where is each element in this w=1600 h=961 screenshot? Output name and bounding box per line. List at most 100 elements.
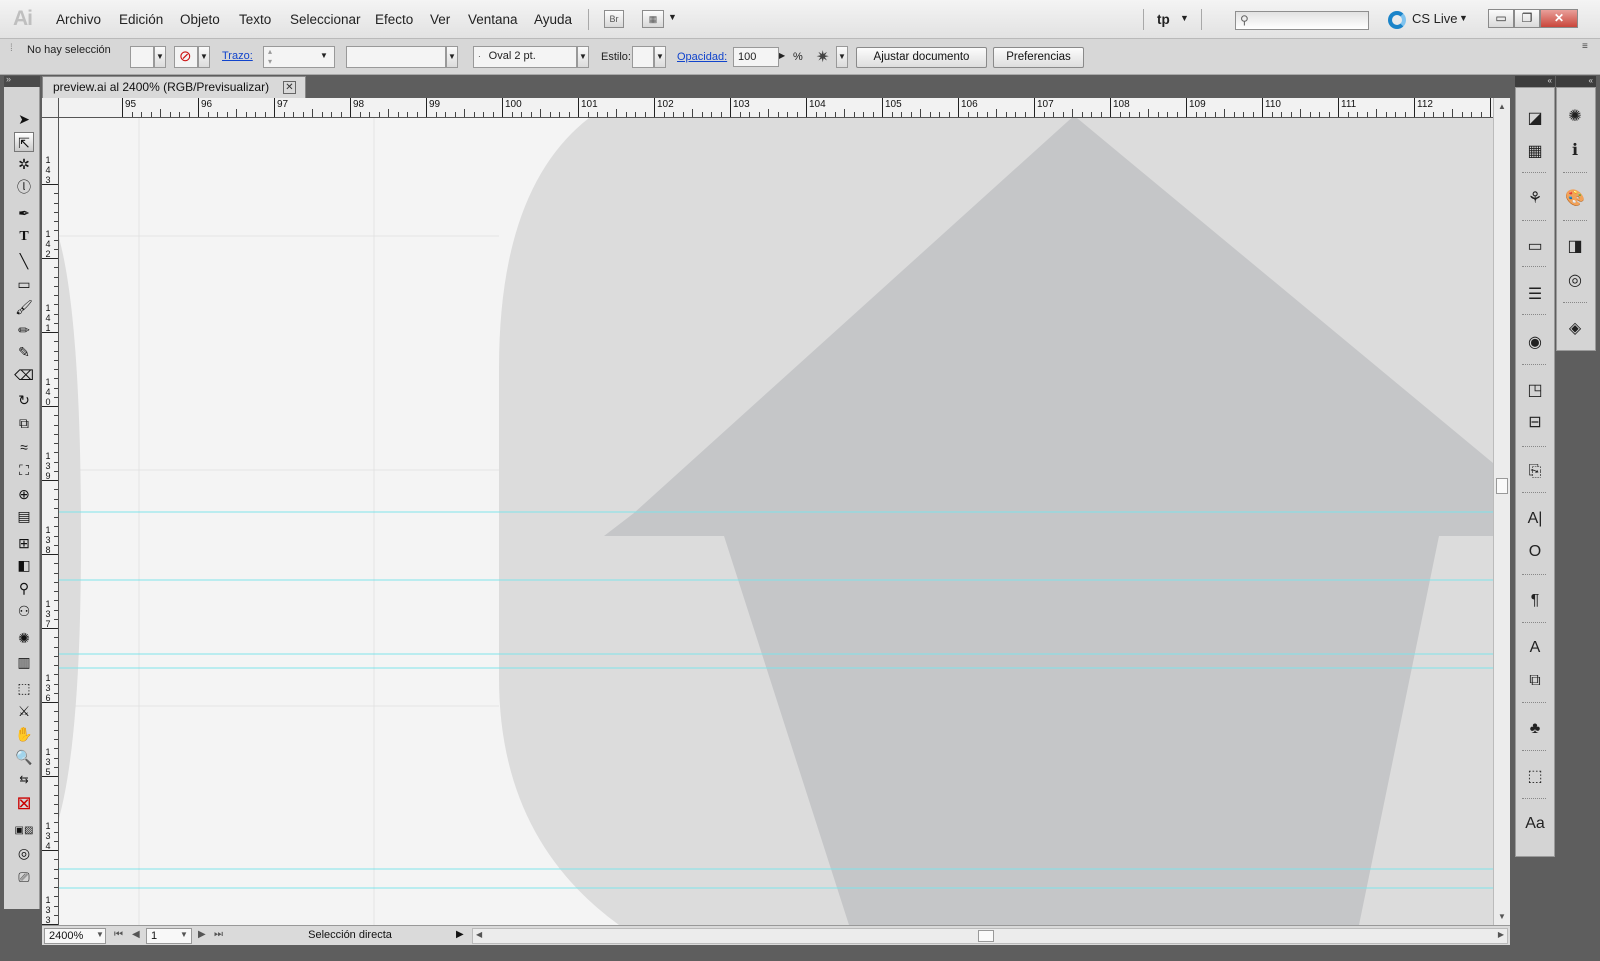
bridge-button[interactable]: Br	[604, 10, 624, 28]
artboard-dropdown-icon[interactable]: ▼	[180, 930, 188, 939]
perspective-grid-tool-icon[interactable]: ▤	[14, 506, 34, 526]
default-fill-stroke-icon[interactable]: ⇆	[14, 770, 34, 790]
menu-edicion[interactable]: Edición	[119, 12, 163, 27]
stroke-weight-dropdown-icon[interactable]: ▼	[320, 51, 328, 60]
workspace-switcher[interactable]: tp	[1157, 12, 1170, 27]
menu-ventana[interactable]: Ventana	[468, 12, 518, 27]
paintbrush-tool-icon[interactable]: 🖌	[14, 297, 34, 317]
panel-group-grip[interactable]	[1522, 364, 1546, 366]
menu-ayuda[interactable]: Ayuda	[534, 12, 572, 27]
document-tab[interactable]: preview.ai al 2400% (RGB/Previsualizar) …	[42, 76, 306, 98]
help-search-input[interactable]: ⚲	[1235, 11, 1369, 30]
pen-tool-icon[interactable]: ✒	[14, 203, 34, 223]
hand-tool-icon[interactable]: ✋	[14, 724, 34, 744]
menu-objeto[interactable]: Objeto	[180, 12, 220, 27]
transparency-panel-icon[interactable]: ◨	[1564, 236, 1586, 258]
blend-tool-icon[interactable]: ⚇	[14, 601, 34, 621]
pages-panel-icon[interactable]: ⎘	[1524, 461, 1546, 483]
free-transform-tool-icon[interactable]: ⛶	[14, 460, 34, 480]
lasso-tool-icon[interactable]: ⓛ	[14, 177, 34, 197]
vertical-ruler[interactable]: 143 142 141 140 139 138 137 136 135 134 133	[42, 118, 59, 925]
recolor-artwork-icon[interactable]: ✷	[816, 47, 829, 67]
symbol-sprayer-tool-icon[interactable]: ✺	[14, 628, 34, 648]
column-graph-tool-icon[interactable]: ▥	[14, 652, 34, 672]
close-tab-icon[interactable]: ✕	[283, 81, 296, 94]
blob-brush-tool-icon[interactable]: ✎	[14, 342, 34, 362]
fill-color-swatch[interactable]	[130, 46, 154, 68]
menu-seleccionar[interactable]: Seleccionar	[290, 12, 361, 27]
panel-group-grip[interactable]	[1522, 798, 1546, 800]
stroke-none-swatch-icon[interactable]: ⊘	[174, 46, 198, 68]
horizontal-ruler[interactable]: 95 96 97 98 99 100 101 102 103 104 105 106 107 108 109…	[59, 98, 1493, 118]
panel-group-grip[interactable]	[1522, 702, 1546, 704]
horizontal-scrollbar[interactable]: ◀ ▶	[472, 928, 1508, 944]
arrange-documents-icon[interactable]: ▦	[642, 10, 664, 28]
paragraph-styles-icon[interactable]: ⧉	[1524, 670, 1546, 692]
symbols-panel-icon[interactable]: ♣	[1524, 718, 1546, 740]
horizontal-scroll-thumb[interactable]	[978, 930, 994, 942]
scale-tool-icon[interactable]: ⧉	[14, 413, 34, 433]
scroll-up-icon[interactable]: ▲	[1498, 102, 1506, 111]
panel-group-grip[interactable]	[1522, 314, 1546, 316]
stroke-gradient-icon[interactable]: ▭	[1524, 236, 1546, 258]
character-styles-icon[interactable]: A	[1524, 637, 1546, 659]
scroll-down-icon[interactable]: ▼	[1498, 912, 1506, 921]
opacity-input[interactable]: 100	[733, 47, 779, 67]
transform-panel-icon[interactable]: ⬚	[1524, 766, 1546, 788]
scroll-right-icon[interactable]: ▶	[1498, 930, 1504, 939]
glyphs-panel-icon[interactable]: Aa	[1524, 813, 1546, 835]
align-panel-icon[interactable]: ⊟	[1524, 412, 1546, 434]
screen-mode-icon[interactable]: ⎚	[14, 867, 34, 887]
variable-width-profile-field[interactable]	[346, 46, 446, 68]
graphic-style-dropdown-icon[interactable]: ▼	[654, 46, 666, 68]
rotate-tool-icon[interactable]: ↻	[14, 390, 34, 410]
control-bar-grip-icon[interactable]: ⁞	[10, 43, 13, 54]
graphic-style-swatch[interactable]	[632, 46, 654, 68]
panel-group-grip[interactable]	[1522, 622, 1546, 624]
magic-wand-tool-icon[interactable]: ✲	[14, 154, 34, 174]
eraser-tool-icon[interactable]: ⌫	[14, 365, 34, 385]
swatches-grid-icon[interactable]: ▦	[1524, 141, 1546, 163]
direct-selection-tool-icon[interactable]: ⇱	[14, 132, 34, 152]
opacity-slider-arrow-icon[interactable]: ▶	[779, 51, 785, 60]
document-canvas[interactable]	[59, 118, 1493, 925]
zoom-dropdown-icon[interactable]: ▼	[96, 930, 104, 939]
color-panel-icon[interactable]: 🎨	[1564, 188, 1586, 210]
panel-group-grip[interactable]	[1522, 220, 1546, 222]
stroke-label[interactable]: Trazo:	[222, 50, 253, 62]
panel-group-grip[interactable]	[1563, 302, 1587, 304]
fill-dropdown-icon[interactable]: ▼	[154, 46, 166, 68]
workspace-dropdown-icon[interactable]: ▼	[1180, 13, 1189, 23]
info-panel-icon[interactable]: ℹ	[1564, 140, 1586, 162]
opacity-label[interactable]: Opacidad:	[677, 51, 727, 63]
line-tool-icon[interactable]: ╲	[14, 251, 34, 271]
appearance-panel-icon[interactable]: ◉	[1524, 332, 1546, 354]
mesh-tool-icon[interactable]: ⊞	[14, 533, 34, 553]
cs-live-menu[interactable]: CS Live	[1412, 11, 1458, 26]
brush-definition-field[interactable]: · Oval 2 pt.	[473, 46, 577, 68]
selection-tool-icon[interactable]: ➤	[14, 109, 34, 129]
panel-collapse-icon[interactable]: «	[1556, 76, 1596, 87]
character-panel-icon[interactable]: A|	[1524, 508, 1546, 530]
panel-group-grip[interactable]	[1522, 446, 1546, 448]
panel-group-grip[interactable]	[1522, 266, 1546, 268]
color-guide-icon[interactable]: ✺	[1564, 106, 1586, 128]
warp-tool-icon[interactable]: ≈	[14, 437, 34, 457]
color-mode-icons[interactable]: ▣▨	[14, 821, 34, 841]
last-artboard-icon[interactable]: ⏭	[214, 929, 223, 940]
type-tool-icon[interactable]: T	[14, 227, 34, 247]
control-bar-menu-icon[interactable]: ≡	[1582, 41, 1588, 52]
panel-group-grip[interactable]	[1522, 492, 1546, 494]
scroll-left-icon[interactable]: ◀	[476, 930, 482, 939]
rectangle-tool-icon[interactable]: ▭	[14, 274, 34, 294]
opentype-panel-icon[interactable]: O	[1524, 541, 1546, 563]
pencil-tool-icon[interactable]: ✏	[14, 320, 34, 340]
menu-ver[interactable]: Ver	[430, 12, 450, 27]
layers-panel-icon[interactable]: ◈	[1564, 318, 1586, 340]
brushes-panel-icon[interactable]: ⚘	[1524, 188, 1546, 210]
next-artboard-icon[interactable]: ▶	[198, 929, 206, 940]
ruler-origin[interactable]	[42, 98, 59, 118]
eyedropper-tool-icon[interactable]: ⚲	[14, 578, 34, 598]
recolor-dropdown-icon[interactable]: ▼	[836, 46, 848, 68]
menu-texto[interactable]: Texto	[239, 12, 271, 27]
